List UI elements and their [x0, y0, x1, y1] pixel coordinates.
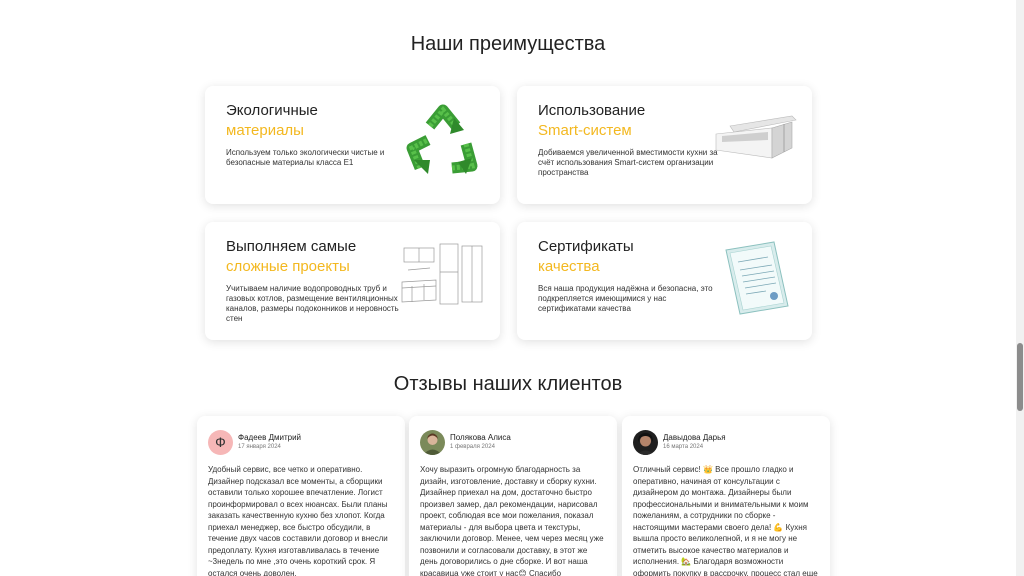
advantages-title: Наши преимущества — [410, 33, 606, 55]
recycle-icon — [406, 104, 478, 174]
avatar: Ф — [208, 430, 233, 455]
advantage-title: Выполняем самые сложные проекты — [226, 238, 357, 275]
advantage-text: Добиваемся увеличенной вместимости кухни… — [538, 148, 718, 177]
advantage-text: Учитываем наличие водопроводных труб и г… — [226, 284, 399, 323]
review-card: Давыдова Дарья 16 марта 2024 Отличный се… — [622, 416, 830, 576]
avatar — [633, 430, 658, 455]
review-text: Отличный сервис! 👑 Все прошло гладко и о… — [633, 465, 818, 576]
advantage-text: Используем только экологически чистые и … — [226, 148, 385, 167]
page-scrollbar[interactable] — [1016, 0, 1024, 576]
certificate-icon — [725, 241, 789, 315]
review-card: Ф Фадеев Дмитрий 17 января 2024 Удобный … — [197, 416, 405, 576]
advantage-card-smart: Использование Smart-систем Добиваемся ув… — [517, 86, 812, 204]
advantage-title: Использование Smart-систем — [538, 102, 646, 139]
advantage-title: Сертификаты качества — [538, 238, 634, 275]
review-date: 1 февраля 2024 — [450, 444, 495, 450]
scrollbar-thumb[interactable] — [1017, 343, 1023, 411]
review-text: Хочу выразить огромную благодарность за … — [420, 465, 604, 576]
reviewer-name: Давыдова Дарья — [663, 433, 726, 442]
review-date: 17 января 2024 — [238, 444, 281, 450]
avatar — [420, 430, 445, 455]
drawer-icon — [715, 115, 797, 159]
review-card: Полякова Алиса 1 февраля 2024 Хочу выраз… — [409, 416, 617, 576]
advantage-title: Экологичные материалы — [226, 102, 318, 139]
advantage-card-certificates: Сертификаты качества Вся наша продукция … — [517, 222, 812, 340]
reviews-title: Отзывы наших клиентов — [393, 373, 623, 395]
kitchen-sketch-icon — [401, 243, 483, 305]
advantage-card-eco: Экологичные материалы Используем только … — [205, 86, 500, 204]
reviewer-name: Полякова Алиса — [450, 433, 511, 442]
review-date: 16 марта 2024 — [663, 444, 704, 450]
reviewer-name: Фадеев Дмитрий — [238, 433, 302, 442]
advantage-text: Вся наша продукция надёжна и безопасна, … — [538, 284, 713, 313]
advantage-card-projects: Выполняем самые сложные проекты Учитывае… — [205, 222, 500, 340]
review-text: Удобный сервис, все четко и оперативно. … — [208, 465, 388, 576]
